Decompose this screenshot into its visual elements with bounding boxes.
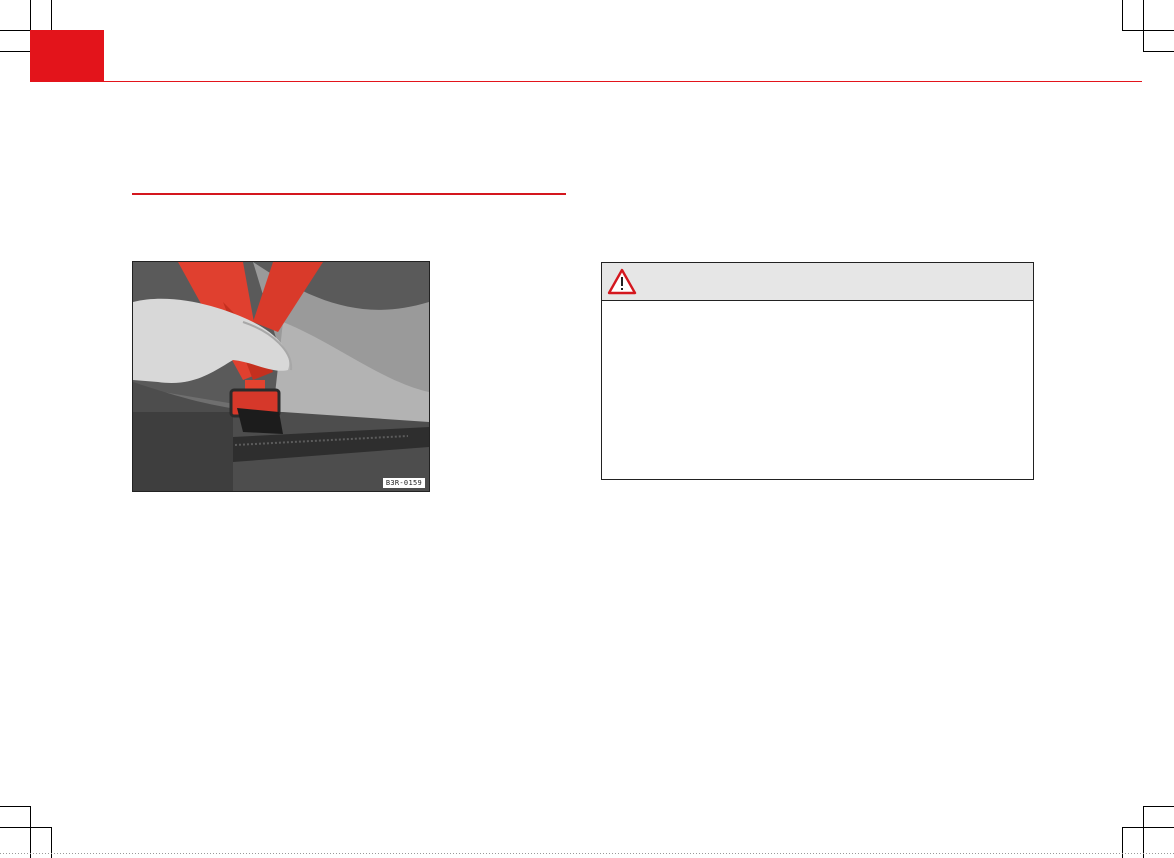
crop-mark (1143, 0, 1144, 52)
crop-mark (51, 0, 52, 30)
warning-box (601, 262, 1034, 480)
crop-mark (0, 827, 52, 828)
crop-mark (0, 51, 30, 52)
figure-label: B3R-0159 (382, 478, 425, 488)
crop-mark (1143, 51, 1174, 52)
warning-header (602, 263, 1033, 301)
chapter-tab (30, 30, 104, 82)
crop-mark (0, 806, 30, 807)
section-rule (132, 193, 566, 195)
header-rule (30, 81, 1142, 82)
seatbelt-buckle-illustration (133, 262, 429, 491)
crop-mark (1143, 806, 1144, 858)
seatbelt-figure: B3R-0159 (132, 261, 430, 492)
crop-mark (1122, 0, 1123, 30)
crop-mark (1143, 806, 1174, 807)
bottom-trim-line (0, 853, 1174, 854)
crop-mark (30, 806, 31, 858)
crop-mark (1122, 827, 1174, 828)
crop-mark (1122, 30, 1174, 31)
warning-triangle-icon (607, 268, 637, 295)
